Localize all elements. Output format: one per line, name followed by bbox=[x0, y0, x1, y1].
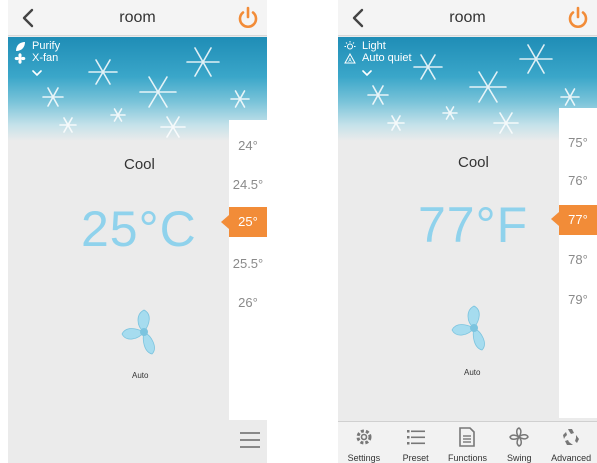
app-header: room bbox=[8, 0, 267, 36]
fan-icon[interactable] bbox=[118, 306, 170, 358]
mode-label: Auto quiet bbox=[362, 51, 412, 64]
mode-auto-quiet: A Auto quiet bbox=[344, 52, 412, 64]
toolbar-label: Swing bbox=[507, 453, 532, 463]
toolbar-label: Advanced bbox=[551, 453, 592, 463]
fan-speed-label: Auto bbox=[132, 371, 149, 380]
selection-pointer bbox=[221, 215, 229, 229]
menu-icon[interactable] bbox=[239, 431, 261, 449]
list-icon bbox=[406, 430, 425, 445]
app-header: room bbox=[338, 0, 597, 36]
toolbar-label: Functions bbox=[447, 453, 487, 463]
phone-screen-fahrenheit: room Light A Auto quiet 75° 76° 77° 78° … bbox=[338, 0, 597, 463]
bottom-toolbar: Settings Preset Functions Swing Advanced bbox=[338, 421, 597, 463]
chevron-down-icon[interactable] bbox=[32, 70, 42, 77]
operation-mode: Cool bbox=[458, 154, 489, 171]
settings-button[interactable]: Settings bbox=[339, 422, 389, 463]
phone-screen-celsius: room Purify X-fan 24° 24.5° 25° 25.5° 26… bbox=[8, 0, 267, 463]
recycle-icon bbox=[563, 429, 580, 445]
fan-speed-label: Auto bbox=[464, 368, 481, 377]
light-icon bbox=[344, 40, 356, 49]
operation-mode: Cool bbox=[124, 156, 155, 173]
document-icon bbox=[459, 427, 476, 447]
functions-button[interactable]: Functions bbox=[442, 422, 492, 463]
temp-option[interactable]: 79° bbox=[559, 292, 597, 307]
swing-button[interactable]: Swing bbox=[494, 422, 544, 463]
temp-option[interactable]: 24.5° bbox=[229, 177, 267, 192]
mode-purify: Purify bbox=[14, 40, 60, 52]
power-icon[interactable] bbox=[565, 5, 591, 31]
leaf-icon bbox=[16, 41, 25, 51]
temp-option[interactable]: 78° bbox=[559, 252, 597, 267]
temp-option-selected[interactable]: 77° bbox=[559, 205, 597, 235]
temp-option[interactable]: 26° bbox=[229, 295, 267, 310]
temp-option-selected[interactable]: 25° bbox=[229, 207, 267, 237]
back-icon[interactable] bbox=[18, 6, 40, 30]
toolbar-label: Preset bbox=[402, 453, 429, 463]
advanced-button[interactable]: Advanced bbox=[546, 422, 596, 463]
page-title: room bbox=[449, 8, 486, 26]
power-icon[interactable] bbox=[235, 5, 261, 31]
active-modes[interactable]: Light A Auto quiet bbox=[344, 40, 412, 82]
preset-button[interactable]: Preset bbox=[391, 422, 441, 463]
current-temperature: 25°C bbox=[81, 201, 197, 257]
chevron-down-icon[interactable] bbox=[362, 70, 372, 77]
temperature-picker[interactable]: 24° 24.5° 25° 25.5° 26° bbox=[229, 120, 267, 420]
svg-text:A: A bbox=[348, 58, 352, 64]
current-temperature: 77°F bbox=[418, 197, 529, 253]
toolbar-label: Settings bbox=[347, 453, 381, 463]
temperature-picker[interactable]: 75° 76° 77° 78° 79° bbox=[559, 108, 597, 418]
gear-icon bbox=[356, 429, 372, 445]
quiet-icon: A bbox=[344, 52, 356, 64]
mode-label: Light bbox=[362, 39, 386, 52]
back-icon[interactable] bbox=[348, 6, 370, 30]
mode-xfan: X-fan bbox=[14, 52, 60, 64]
mode-label: X-fan bbox=[32, 51, 59, 64]
selection-pointer bbox=[551, 212, 559, 226]
fan-small-icon bbox=[14, 52, 26, 64]
fan-icon[interactable] bbox=[448, 302, 500, 354]
temp-option[interactable]: 24° bbox=[229, 138, 267, 153]
swing-icon bbox=[509, 427, 530, 447]
mode-label: Purify bbox=[32, 39, 61, 52]
mode-light: Light bbox=[344, 40, 412, 52]
temp-option[interactable]: 75° bbox=[559, 135, 597, 150]
temp-option[interactable]: 25.5° bbox=[229, 256, 267, 271]
active-modes[interactable]: Purify X-fan bbox=[14, 40, 60, 82]
temp-option[interactable]: 76° bbox=[559, 173, 597, 188]
page-title: room bbox=[119, 8, 156, 26]
